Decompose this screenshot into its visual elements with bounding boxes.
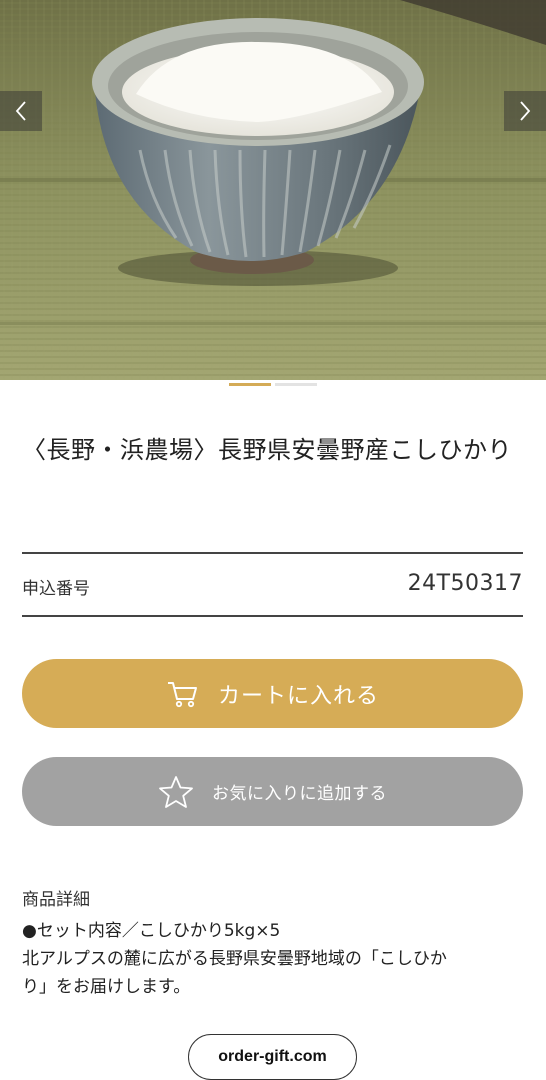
order-number-value: 24T50317 — [407, 571, 523, 596]
carousel-dot[interactable] — [275, 383, 317, 386]
order-number-label: 申込番号 — [22, 579, 90, 599]
carousel-indicators — [0, 383, 546, 387]
details-line: り」をお届けします。 — [22, 977, 191, 997]
product-details-text: ●セット内容／こしひかり5kg×5 北アルプスの麓に広がる長野県安曇野地域の「こ… — [22, 917, 532, 1001]
rice-bowl-photo — [0, 0, 546, 380]
product-image — [0, 0, 546, 380]
site-domain-badge[interactable]: order-gift.com — [188, 1034, 357, 1080]
add-to-cart-label: カートに入れる — [217, 683, 379, 709]
divider — [22, 615, 523, 617]
product-title: 〈長野・浜農場〉長野県安曇野産こしひかり — [22, 436, 512, 464]
chevron-left-icon — [15, 101, 26, 121]
divider — [22, 552, 523, 554]
carousel-next-button[interactable] — [504, 91, 546, 131]
details-line: ●セット内容／こしひかり5kg×5 — [22, 921, 281, 941]
add-to-favorites-label: お気に入りに追加する — [212, 784, 387, 804]
details-line: 北アルプスの麓に広がる長野県安曇野地域の「こしひか — [22, 949, 447, 969]
add-to-favorites-button[interactable]: お気に入りに追加する — [22, 757, 523, 826]
chevron-right-icon — [520, 101, 531, 121]
star-icon — [158, 775, 194, 809]
carousel-dot[interactable] — [229, 383, 271, 386]
product-details-heading: 商品詳細 — [22, 890, 90, 910]
add-to-cart-button[interactable]: カートに入れる — [22, 659, 523, 728]
carousel-prev-button[interactable] — [0, 91, 42, 131]
cart-icon — [166, 679, 200, 709]
